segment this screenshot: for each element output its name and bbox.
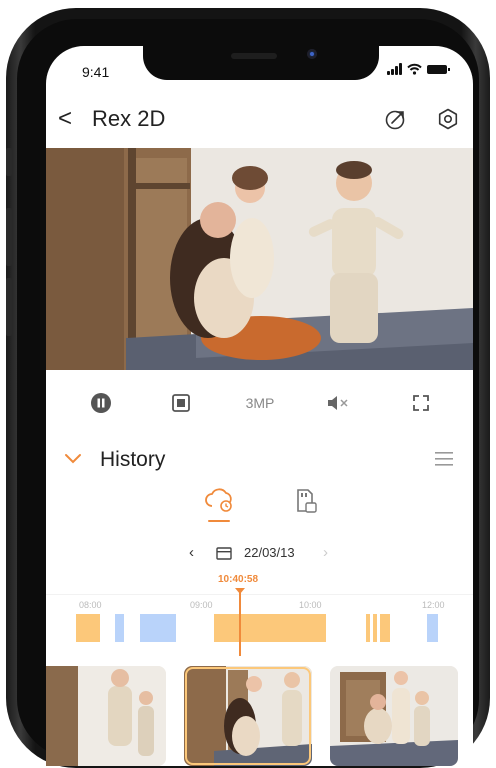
share-icon[interactable] [384, 107, 408, 131]
recording-timeline[interactable]: 10:40:58 08:00 09:00 10:00 12:00 [46, 574, 473, 656]
timeline-current-time: 10:40:58 [218, 574, 259, 585]
volume-down-button [6, 278, 12, 336]
calendar-icon[interactable] [216, 546, 232, 560]
mute-button[interactable] [324, 390, 354, 416]
timeline-clip-continuous[interactable] [140, 614, 176, 642]
pause-button[interactable] [88, 390, 114, 416]
back-button[interactable]: < [58, 106, 72, 132]
timeline-clip-motion[interactable] [380, 614, 390, 642]
status-icons [387, 63, 450, 75]
collapse-chevron-icon[interactable] [64, 452, 82, 466]
timeline-clip-continuous[interactable] [427, 614, 438, 642]
thumbnail-image [46, 666, 166, 766]
settings-icon[interactable] [436, 107, 460, 131]
source-tabs [46, 486, 473, 522]
video-frame-image [46, 148, 473, 370]
thumbnail-item[interactable] [46, 666, 166, 766]
wifi-icon [407, 63, 422, 75]
menu-icon[interactable] [435, 451, 453, 467]
timeline-clip-motion[interactable] [373, 614, 377, 642]
timeline-tick: 08:00 [79, 600, 102, 610]
tab-cloud[interactable] [204, 486, 236, 522]
timeline-divider [46, 594, 473, 595]
timeline-clip-continuous[interactable] [115, 614, 124, 642]
fullscreen-icon [413, 395, 429, 411]
notch [143, 46, 379, 80]
timeline-tick: 12:00 [422, 600, 445, 610]
cloud-icon [205, 488, 232, 512]
thumbnail-image [330, 666, 458, 766]
prev-date-button[interactable]: ‹ [189, 542, 194, 564]
timeline-cursor[interactable] [239, 592, 241, 656]
timeline-tick: 10:00 [299, 600, 322, 610]
history-title: History [100, 448, 166, 471]
phone-frame: 9:41 < Rex 2D 3MP History ‹ 22/03/13 › 1… [6, 8, 490, 768]
signal-icon [387, 63, 402, 75]
history-header: History [46, 446, 473, 476]
thumbnail-item[interactable] [184, 666, 312, 766]
front-camera [307, 49, 317, 59]
record-button[interactable] [168, 390, 194, 416]
record-icon [172, 394, 190, 412]
app-screen: 9:41 < Rex 2D 3MP History ‹ 22/03/13 › 1… [46, 46, 473, 766]
volume-up-button [6, 208, 12, 266]
timeline-clip-motion[interactable] [366, 614, 370, 642]
speaker-grille [231, 53, 277, 59]
mute-switch [6, 148, 12, 176]
player-controls: 3MP [46, 390, 473, 416]
battery-icon [427, 65, 450, 74]
timeline-clip-motion[interactable] [214, 614, 326, 642]
thumbnail-image [184, 666, 312, 766]
status-time: 9:41 [82, 64, 110, 80]
nav-header: < Rex 2D [46, 104, 473, 134]
mute-icon [328, 396, 348, 410]
pause-icon [91, 393, 111, 413]
timeline-tick: 09:00 [190, 600, 213, 610]
selected-date[interactable]: 22/03/13 [244, 542, 295, 564]
timeline-clip-motion[interactable] [76, 614, 100, 642]
tab-selected-indicator [208, 520, 230, 522]
thumbnail-item[interactable] [330, 666, 458, 766]
recording-thumbnails [46, 666, 473, 766]
next-date-button[interactable]: › [323, 542, 328, 564]
sd-card-icon [297, 489, 317, 513]
page-title: Rex 2D [92, 106, 166, 131]
tab-sd-card[interactable] [292, 488, 318, 514]
live-video-feed[interactable] [46, 148, 473, 370]
resolution-button[interactable]: 3MP [236, 390, 284, 416]
date-selector: ‹ 22/03/13 › [46, 542, 473, 564]
fullscreen-button[interactable] [408, 390, 434, 416]
